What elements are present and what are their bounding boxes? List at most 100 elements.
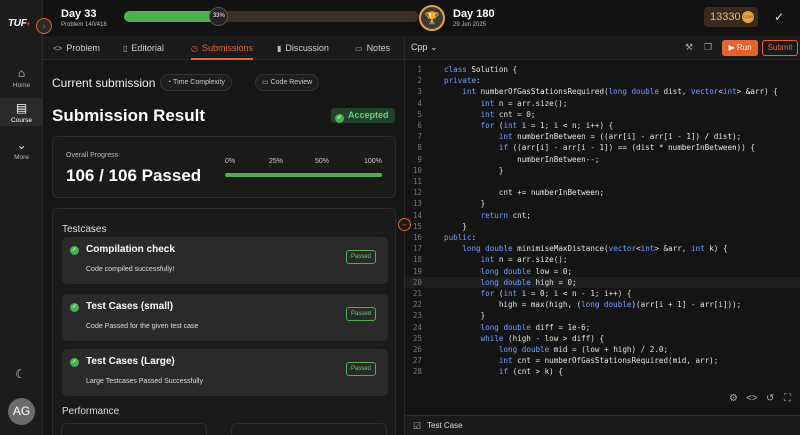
- line-number: 22: [412, 300, 422, 310]
- check-icon: ✓: [335, 114, 344, 123]
- top-bar: › Day 33 Problem 140/418 33% 🏆 Day 180 2…: [36, 0, 800, 36]
- code-line: 6 for (int i = 1; i < n; i++) {: [405, 120, 800, 131]
- line-number: 19: [412, 266, 422, 276]
- copy-icon[interactable]: ❐: [704, 42, 712, 53]
- code-line: 20 long double high = 0;: [405, 276, 800, 288]
- testcase-desc: Code compiled successfully!: [86, 266, 175, 273]
- current-submission-label: Current submission: [52, 76, 156, 90]
- tab-submissions[interactable]: ◷ Submissions: [191, 36, 254, 60]
- logo[interactable]: TUF+: [8, 18, 30, 29]
- code-line: 14 return cnt;: [405, 210, 800, 221]
- passed-count: 106 / 106 Passed: [66, 166, 202, 185]
- code-icon: <>: [53, 44, 63, 53]
- code-line: 11: [405, 176, 800, 187]
- tab-notes[interactable]: ▭ Notes: [355, 36, 390, 60]
- chart-icon: ▮: [277, 44, 282, 53]
- language-value: Cpp: [411, 42, 428, 52]
- tab-problem[interactable]: <> Problem: [53, 36, 100, 60]
- streak-progress-bar: 33%: [124, 7, 419, 26]
- testcase-item[interactable]: ✓ Compilation check Code compiled succes…: [62, 237, 388, 284]
- progress-tick: 100%: [364, 158, 382, 165]
- editor-toolbar: Cpp ⌄ ⚒ ❐ ▶ Run Submit: [405, 36, 800, 60]
- tab-editorial[interactable]: ▯ Editorial: [123, 36, 164, 60]
- line-number: 18: [412, 255, 422, 265]
- code-text: numberInBetween--;: [444, 154, 600, 164]
- sidebar-item-label: More: [14, 154, 29, 161]
- moon-icon[interactable]: ☾: [15, 367, 26, 381]
- resize-handle-icon[interactable]: ↔: [398, 218, 411, 231]
- line-number: 12: [412, 188, 422, 198]
- review-icon: ▭: [262, 79, 271, 86]
- tab-discussion[interactable]: ▮ Discussion: [277, 36, 329, 60]
- line-number: 11: [412, 177, 422, 186]
- overall-progress-card: Overall Progress 106 / 106 Passed 0% 25%…: [52, 136, 396, 198]
- reset-icon[interactable]: ↺: [766, 393, 774, 404]
- language-select[interactable]: Cpp ⌄: [411, 42, 438, 53]
- progress-percent-badge: 33%: [209, 7, 229, 26]
- code-format-icon[interactable]: <>: [746, 393, 758, 404]
- line-number: 27: [412, 356, 422, 366]
- document-icon: ▯: [123, 44, 128, 53]
- settings-icon[interactable]: ⚙: [729, 393, 738, 404]
- sidebar-item-course[interactable]: ▤ Course: [0, 98, 43, 126]
- line-number: 17: [412, 244, 422, 254]
- coin-balance[interactable]: 13330 COIN: [704, 7, 758, 27]
- tab-label: Submissions: [201, 43, 254, 53]
- code-area[interactable]: 1 class Solution {2 private: 3 int numberOf…: [405, 64, 800, 384]
- testcase-item[interactable]: ✓ Test Cases (small) Code Passed for the…: [62, 294, 388, 341]
- hammer-icon[interactable]: ⚒: [685, 42, 693, 53]
- sidebar-item-home[interactable]: ⌂ Home: [0, 66, 43, 92]
- book-icon: ▤: [15, 101, 28, 115]
- chevron-down-icon: ⌄: [16, 138, 27, 152]
- avatar[interactable]: AG: [8, 398, 35, 425]
- passed-badge: Passed: [345, 250, 376, 264]
- testcase-desc: Large Testcases Passed Successfully: [86, 378, 203, 385]
- testcase-item[interactable]: ✓ Test Cases (Large) Large Testcases Pas…: [62, 349, 388, 396]
- tab-label: Editorial: [131, 43, 164, 53]
- home-icon: ⌂: [17, 66, 26, 80]
- code-line: 4 int n = arr.size();: [405, 98, 800, 109]
- logo-plus: +: [26, 22, 31, 28]
- code-text: long double high = 0;: [480, 277, 577, 287]
- code-line: 24 long double diff = 1e-6;: [405, 322, 800, 333]
- time-complexity-button[interactable]: ◔ Time Complexity: [160, 74, 232, 91]
- app-root: TUF+ ⌂ Home ▤ Course ⌄ More ☾ AG › Day 3…: [0, 0, 800, 435]
- line-number: 16: [412, 233, 422, 242]
- coin-count: 13330: [710, 11, 741, 23]
- code-line: 22 high = max(high, (long double)(arr[i …: [405, 299, 800, 310]
- status-text: Accepted: [348, 110, 389, 120]
- testcase-name: Test Cases (small): [86, 301, 174, 312]
- code-text: int numberOfGasStationsRequired(long dou…: [462, 87, 778, 97]
- code-line: 10 }: [405, 165, 800, 176]
- code-text: int n = arr.size();: [480, 98, 568, 108]
- code-text: long double diff = 1e-6;: [480, 322, 591, 332]
- code-line: 2 private:: [405, 75, 800, 86]
- performance-card-runtime: [61, 423, 207, 435]
- code-text: cnt += numberInBetween;: [444, 188, 605, 198]
- line-number: 9: [417, 154, 422, 164]
- code-text: int cnt = numberOfGasStationsRequired(mi…: [498, 356, 719, 366]
- submit-button[interactable]: Submit: [762, 40, 798, 56]
- sidebar-item-more[interactable]: ⌄ More: [0, 138, 43, 164]
- run-button[interactable]: ▶ Run: [722, 40, 758, 56]
- logo-text: TUF: [8, 18, 27, 29]
- line-number: 2: [417, 76, 422, 86]
- tab-label: Notes: [366, 43, 391, 53]
- code-text: }: [444, 221, 467, 231]
- overall-progress-bar: [225, 173, 382, 177]
- line-number: 23: [412, 311, 422, 321]
- progress-tick: 25%: [269, 158, 284, 165]
- code-line: 17 long double minimiseMaxDistance(vecto…: [405, 243, 800, 254]
- code-text: while (high - low > diff) {: [480, 333, 605, 343]
- code-text: high = max(high, (long double)(arr[i + 1…: [444, 300, 742, 310]
- fullscreen-icon[interactable]: ⛶: [784, 393, 791, 404]
- sidebar-item-label: Home: [12, 82, 31, 89]
- code-text: }: [444, 311, 486, 321]
- test-case-bar[interactable]: ☑ Test Case: [405, 415, 800, 435]
- check-circle-icon[interactable]: ✓: [769, 7, 789, 27]
- code-text: public:: [444, 233, 477, 242]
- expand-sidebar-button[interactable]: ›: [36, 18, 52, 34]
- testcase-name: Test Cases (Large): [86, 356, 175, 367]
- code-text: int cnt = 0;: [480, 109, 536, 119]
- code-review-button[interactable]: ▭ Code Review: [255, 74, 320, 91]
